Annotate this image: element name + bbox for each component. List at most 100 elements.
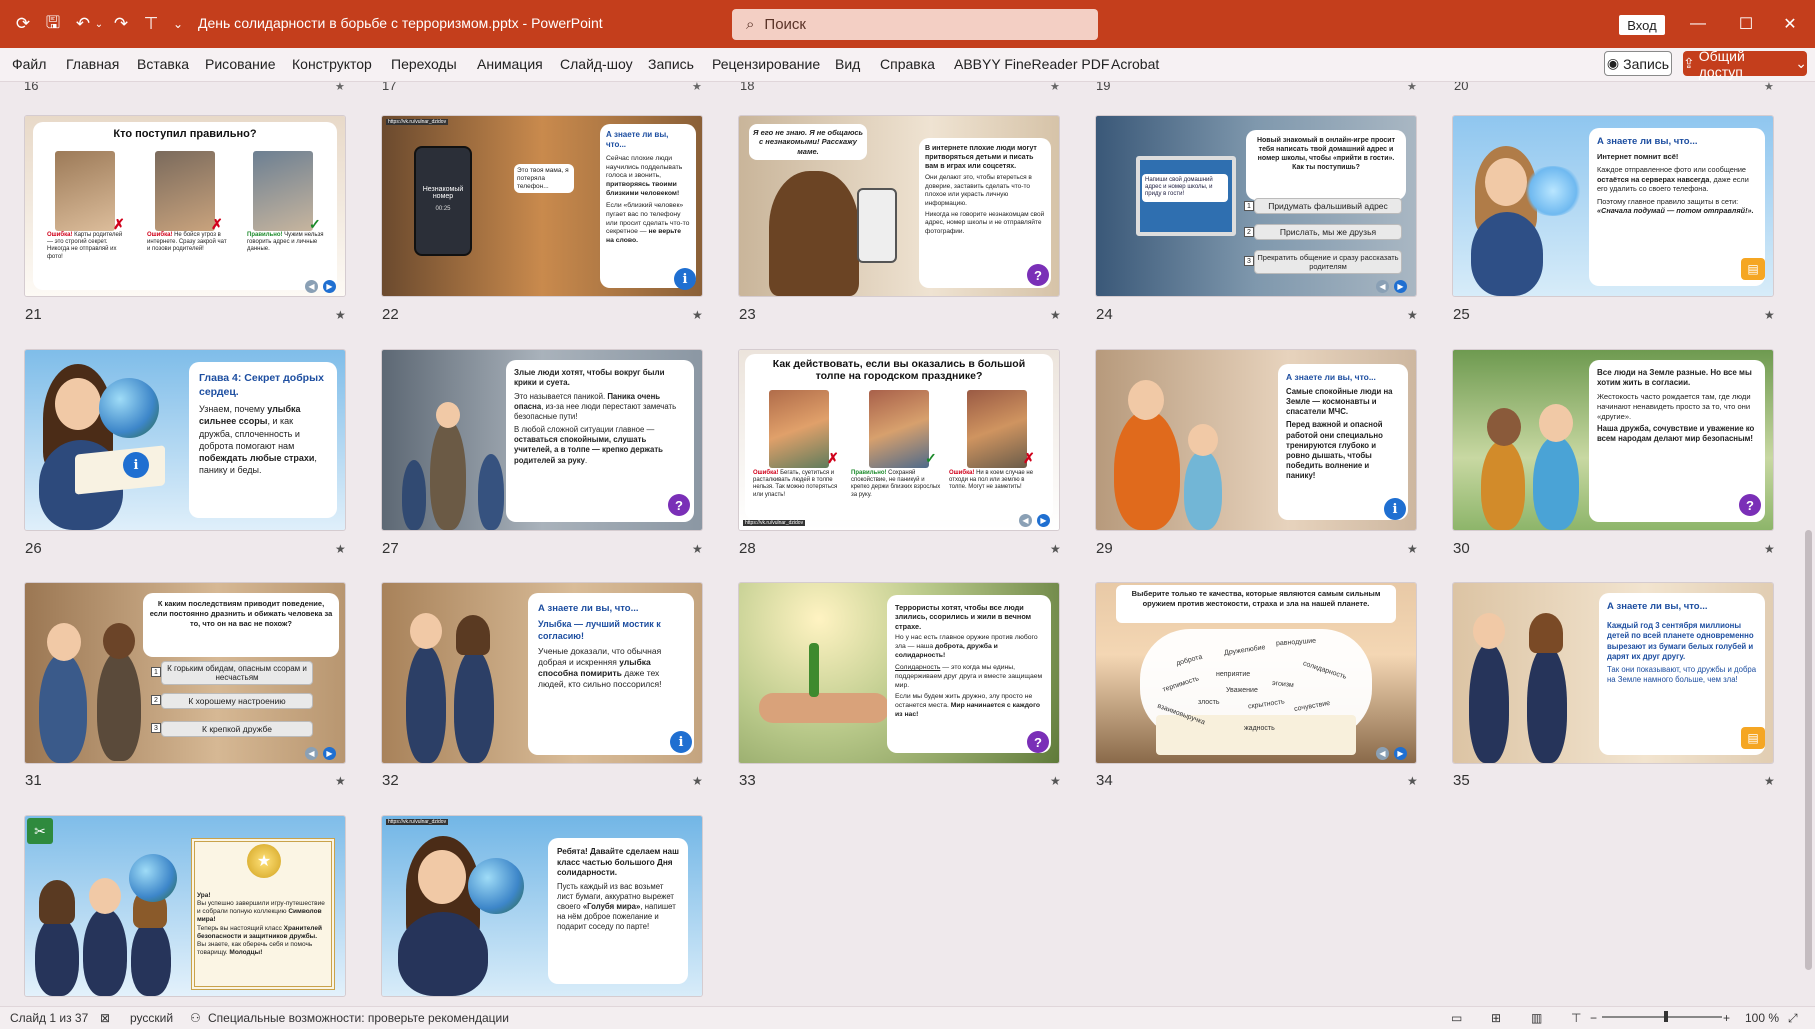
slide-number: 21 <box>25 306 42 323</box>
normal-view-icon[interactable]: ▭ <box>1451 1011 1462 1025</box>
zoom-slider[interactable] <box>1602 1016 1722 1018</box>
autosave-icon[interactable]: ⟳ <box>10 12 36 36</box>
child-picture <box>39 653 87 763</box>
slide-number: 17 <box>382 82 397 93</box>
slide-paragraph: Сейчас плохие люди научились подделывать… <box>606 154 683 198</box>
star-icon: ★ <box>692 82 702 93</box>
zoom-slider-knob[interactable] <box>1664 1011 1668 1022</box>
accessibility-icon[interactable]: ⚇ <box>190 1011 201 1025</box>
reading-view-icon[interactable]: ▥ <box>1531 1011 1542 1025</box>
slide-number: 18 <box>740 82 755 93</box>
slide-paragraph: Все люди на Земле разные. Но все мы хоти… <box>1597 368 1752 388</box>
star-icon: ★ <box>1050 308 1061 322</box>
undo-dropdown-icon[interactable]: ⌄ <box>92 12 106 36</box>
zoom-level[interactable]: 100 % <box>1745 1011 1779 1025</box>
zoom-out-icon[interactable]: − <box>1590 1011 1597 1025</box>
slide-thumbnail-35[interactable]: А знаете ли вы, что... Каждый год 3 сент… <box>1453 583 1773 763</box>
save-icon[interactable]: 🖫 <box>40 12 66 36</box>
child-picture <box>35 916 79 996</box>
info-icon: i <box>123 452 149 478</box>
maximize-icon[interactable]: ☐ <box>1730 10 1762 38</box>
tab-acrobat[interactable]: Acrobat <box>1111 56 1159 72</box>
slide-thumbnail-30[interactable]: Все люди на Земле разные. Но все мы хоти… <box>1453 350 1773 530</box>
choice-caption: Ошибка! Бегать, суетиться и расталкивать… <box>753 470 838 498</box>
title-bar: ⟳ 🖫 ↶ ⌄ ↷ ⊤ ⌄ День солидарности в борьбе… <box>0 0 1815 48</box>
slide-sorter: 16 ★ 17 ★ 18 ★ 19 ★ 20 ★ Кто поступил пр… <box>0 82 1800 999</box>
child-picture <box>1184 450 1222 530</box>
redo-icon[interactable]: ↷ <box>108 12 134 36</box>
slide-thumbnail-32[interactable]: А знаете ли вы, что... Улыбка — лучший м… <box>382 583 702 763</box>
accessibility-status[interactable]: Специальные возможности: проверьте реком… <box>208 1011 509 1025</box>
slide-thumbnail-23[interactable]: Я его не знаю. Я не общаюсь с незнакомым… <box>739 116 1059 296</box>
nav-forward-icon: ▶ <box>1394 747 1407 760</box>
search-input[interactable]: ⌕ Поиск <box>732 9 1098 40</box>
present-icon[interactable]: ⊤ <box>138 12 164 36</box>
slide-content-panel: Глава 4: Секрет добрых сердец. Узнаем, п… <box>189 362 337 518</box>
slide-thumbnail-28[interactable]: Как действовать, если вы оказались в бол… <box>739 350 1059 530</box>
record-button[interactable]: ◉ Запись <box>1604 51 1672 76</box>
quality-word[interactable]: злость <box>1198 699 1220 706</box>
tab-animations[interactable]: Анимация <box>477 56 543 72</box>
slide-thumbnail-34[interactable]: Выберите только те качества, которые явл… <box>1096 583 1416 763</box>
globe-picture <box>99 378 159 438</box>
signin-button[interactable]: Вход <box>1619 15 1665 35</box>
tab-review[interactable]: Рецензирование <box>712 56 820 72</box>
share-button[interactable]: ⇪ Общий доступ ⌄ <box>1683 48 1807 80</box>
slide-thumbnail-22[interactable]: https://vk.ru/vulnar_dzidov Незнакомый н… <box>382 116 702 296</box>
tab-record[interactable]: Запись <box>648 56 694 72</box>
slide-content-panel: А знаете ли вы, что... Сейчас плохие люд… <box>600 124 696 288</box>
option-number: 3 <box>1244 256 1254 266</box>
child-picture <box>47 623 81 661</box>
tab-slideshow[interactable]: Слайд-шоу <box>560 56 633 72</box>
tab-view[interactable]: Вид <box>835 56 860 72</box>
quality-word[interactable]: Уважение <box>1226 687 1258 694</box>
star-icon: ★ <box>1764 774 1775 788</box>
close-icon[interactable]: ✕ <box>1774 10 1806 38</box>
child-picture <box>1533 436 1579 530</box>
slide-paragraph: Ребята! Давайте сделаем наш класс частью… <box>557 847 679 878</box>
spelling-icon[interactable]: ⊠ <box>100 1011 110 1025</box>
star-icon: ★ <box>335 308 346 322</box>
slide-thumbnail-36[interactable]: ✂ ★ Ура! Вы успешно завершили игру-путеш… <box>25 816 345 996</box>
slide-thumbnail-37[interactable]: https://vk.ru/vulnar_dzidov Ребята! Дава… <box>382 816 702 996</box>
child-picture <box>1529 613 1563 653</box>
child-picture <box>1481 440 1525 530</box>
slide-thumbnail-26[interactable]: i Глава 4: Секрет добрых сердец. Узнаем,… <box>25 350 345 530</box>
slideshow-view-icon[interactable]: ⊤ <box>1571 1011 1581 1025</box>
tab-insert[interactable]: Вставка <box>137 56 189 72</box>
slide-paragraph: Но у нас есть главное оружие против любо… <box>895 634 1038 660</box>
slide-thumbnail-29[interactable]: А знаете ли вы, что... Самые спокойные л… <box>1096 350 1416 530</box>
slide-thumbnail-24[interactable]: Напиши свой домашний адрес и номер школы… <box>1096 116 1416 296</box>
quality-word[interactable]: неприятие <box>1216 671 1250 678</box>
minimize-icon[interactable]: — <box>1682 10 1714 38</box>
tab-transitions[interactable]: Переходы <box>391 56 457 72</box>
slide-thumbnail-27[interactable]: Злые люди хотят, чтобы вокруг были крики… <box>382 350 702 530</box>
quality-word[interactable]: жадность <box>1244 725 1275 732</box>
tab-file[interactable]: Файл <box>12 56 46 72</box>
slide-thumbnail-21[interactable]: Кто поступил правильно? ✗ ✗ ✓ Ошибка! Ка… <box>25 116 345 296</box>
book-picture <box>1156 715 1356 755</box>
slide-thumbnail-33[interactable]: Террористы хотят, чтобы все люди злились… <box>739 583 1059 763</box>
slide-thumbnail-31[interactable]: К каким последствиям приводит поведение,… <box>25 583 345 763</box>
star-icon: ★ <box>1050 542 1061 556</box>
rescuer-picture <box>1114 410 1180 530</box>
language-indicator[interactable]: русский <box>130 1011 173 1025</box>
tab-draw[interactable]: Рисование <box>205 56 276 72</box>
customize-qat-icon[interactable]: ⌄ <box>168 12 188 36</box>
fit-slide-icon[interactable]: ⤢ <box>1788 1011 1798 1026</box>
slide-sorter-icon[interactable]: ⊞ <box>1491 1011 1501 1025</box>
phone-caption: Незнакомый номер <box>422 186 464 200</box>
tab-abbyy[interactable]: ABBYY FineReader PDF <box>954 56 1109 72</box>
tab-help[interactable]: Справка <box>880 56 935 72</box>
choice-caption: Правильно! Чужим нельзя говорить адрес и… <box>247 232 324 253</box>
slide-url: https://vk.ru/vulnar_dzidov <box>386 819 449 825</box>
tab-home[interactable]: Главная <box>66 56 119 72</box>
zoom-in-icon[interactable]: + <box>1723 1011 1730 1025</box>
slide-number: 31 <box>25 772 42 789</box>
option-number: 2 <box>151 695 161 705</box>
scrollbar-thumb[interactable] <box>1805 530 1812 970</box>
slide-thumbnail-25[interactable]: А знаете ли вы, что... Интернет помнит в… <box>1453 116 1773 296</box>
nav-back-icon: ◀ <box>305 280 318 293</box>
tab-design[interactable]: Конструктор <box>292 56 372 72</box>
star-icon: ★ <box>335 82 345 93</box>
